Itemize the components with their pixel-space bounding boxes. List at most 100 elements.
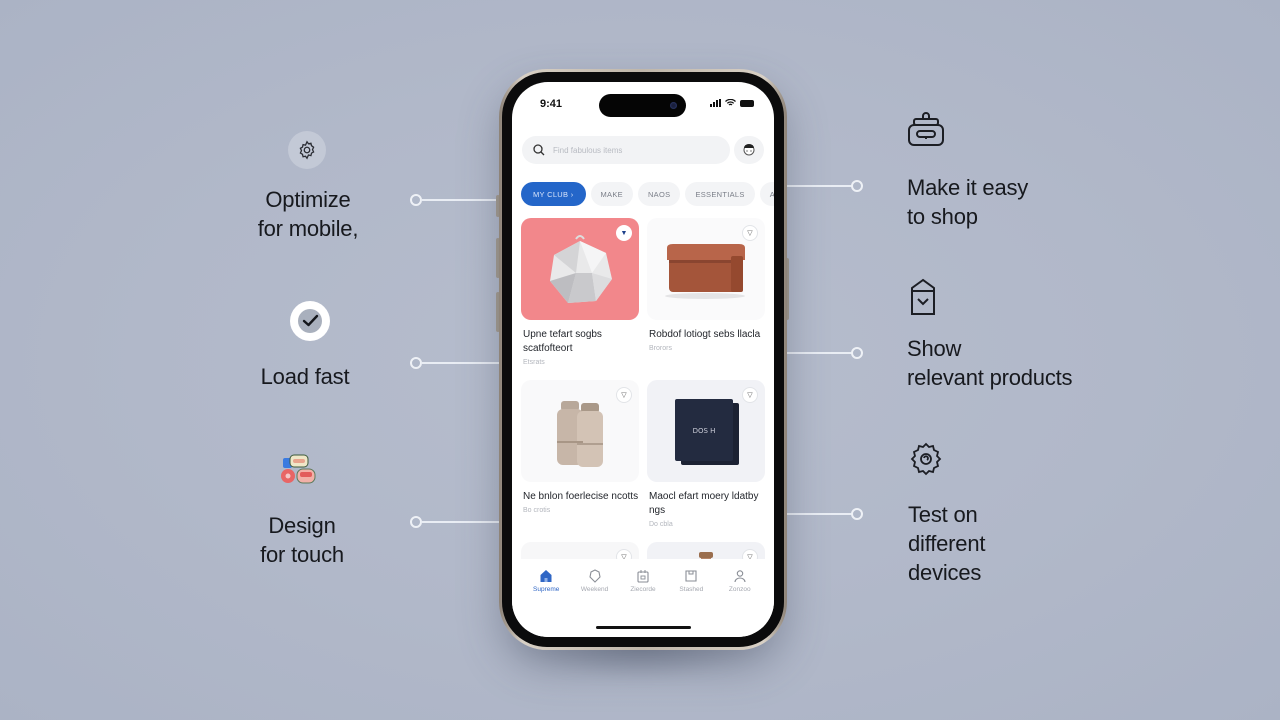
- profile-icon: [734, 570, 746, 583]
- tab-weekend[interactable]: Weekend: [572, 569, 618, 593]
- wifi-icon: [725, 99, 736, 106]
- connector-dot: [851, 347, 863, 359]
- connector-dot: [851, 180, 863, 192]
- tab-label: Zonzoo: [728, 586, 751, 593]
- callout-test-devices: Test on different devices: [908, 500, 1108, 587]
- favorite-button[interactable]: ▼: [616, 225, 632, 241]
- product-title: Upne tefart sogbs scatfofteort: [523, 329, 602, 354]
- navy-gift-box-image: DOS H: [675, 399, 739, 465]
- callout-load-fast: Load fast: [235, 362, 375, 391]
- tab-zonzoo[interactable]: Zonzoo: [717, 569, 763, 593]
- brown-leather-box-image: [665, 244, 745, 299]
- check-circle-icon: [290, 301, 330, 341]
- beige-bottles-image: [557, 401, 603, 467]
- chip-essentials[interactable]: ESSENTIALS: [685, 182, 755, 206]
- home-icon: [540, 570, 552, 582]
- product-image: ▽: [647, 218, 765, 320]
- status-icons: [710, 99, 754, 107]
- callout-design-touch: Design for touch: [232, 511, 372, 569]
- infographic-stage: Optimize for mobile, Load fast Design fo…: [0, 0, 1280, 720]
- product-meta: Do cbla: [649, 521, 673, 528]
- shopping-basket-icon: [905, 108, 947, 150]
- product-card[interactable]: ▽ Ne bnlon foerlecise ncotts Bo crotis: [521, 380, 639, 534]
- callout-relevant-products: Show relevant products: [907, 334, 1127, 392]
- product-meta: Brorors: [649, 345, 672, 352]
- callout-line: Show: [907, 336, 962, 361]
- status-bar: 9:41: [512, 82, 774, 126]
- callout-line: Test on: [908, 502, 978, 527]
- product-image: ▽: [521, 380, 639, 482]
- callout-line: different: [908, 531, 986, 556]
- callout-line: Make it easy: [907, 175, 1029, 200]
- profile-avatar-button[interactable]: [734, 136, 764, 164]
- product-title: Ne bnlon foerlecise ncotts: [523, 491, 639, 502]
- chip-naos[interactable]: NAOS: [637, 182, 681, 206]
- callout-line: Load fast: [260, 364, 350, 389]
- calendar-icon: [637, 570, 649, 583]
- favorite-button[interactable]: ▽: [742, 387, 758, 403]
- bottom-tab-bar: Supreme Weekend Ziecorde Stashed Zonzoo: [512, 559, 774, 637]
- connector-line: [421, 362, 501, 364]
- callout-optimize-mobile: Optimize for mobile,: [238, 185, 378, 243]
- product-meta: Etsrats: [523, 359, 545, 366]
- signal-icon: [710, 99, 721, 107]
- bag-icon: [588, 569, 601, 583]
- tab-label: Stashed: [679, 586, 704, 593]
- callout-easy-shop: Make it easy to shop: [907, 173, 1107, 231]
- favorite-button[interactable]: ▽: [616, 387, 632, 403]
- camera-icon: [670, 102, 677, 109]
- callout-line: relevant products: [907, 365, 1073, 390]
- connector-line: [786, 352, 852, 354]
- tab-stashed[interactable]: Stashed: [668, 569, 714, 593]
- status-time: 9:41: [540, 98, 563, 110]
- product-grid: ▼ Upne tefart sogbs scatfofteort Etsrats: [521, 218, 765, 582]
- callout-line: for mobile,: [257, 216, 359, 241]
- product-tag-icon: [906, 275, 940, 319]
- dynamic-island: [599, 94, 686, 117]
- tab-label: Supreme: [533, 586, 560, 593]
- callout-line: to shop: [907, 204, 978, 229]
- callout-line: Optimize: [265, 187, 351, 212]
- avatar-icon: [743, 144, 755, 156]
- phone-frame: 9:41 Find fabulous items MY CLUB › MAKE …: [499, 69, 787, 650]
- callout-line: devices: [908, 560, 982, 585]
- touch-stickers-icon: [278, 452, 320, 488]
- search-icon: [533, 144, 545, 156]
- product-meta: Bo crotis: [523, 507, 551, 514]
- tab-home[interactable]: Supreme: [523, 569, 569, 593]
- product-title: Robdof lotiogt sebs llacla: [649, 329, 761, 340]
- tab-label: Ziecorde: [630, 586, 656, 593]
- battery-icon: [740, 99, 754, 107]
- search-row: Find fabulous items: [522, 136, 764, 166]
- search-input[interactable]: Find fabulous items: [522, 136, 730, 164]
- settings-badge-icon: [906, 440, 946, 478]
- connector-line: [786, 185, 852, 187]
- phone-screen: 9:41 Find fabulous items MY CLUB › MAKE …: [512, 82, 774, 637]
- connector-line: [421, 199, 501, 201]
- callout-line: for touch: [260, 542, 344, 567]
- cart-icon: [685, 570, 697, 582]
- product-title: Maocl efart moery ldatby ngs: [649, 491, 759, 516]
- product-card[interactable]: ▼ Upne tefart sogbs scatfofteort Etsrats: [521, 218, 639, 372]
- gear-icon: [288, 131, 326, 169]
- connector-line: [421, 521, 501, 523]
- category-chips: MY CLUB › MAKE NAOS ESSENTIALS ADBO: [521, 182, 774, 206]
- tab-ziecorde[interactable]: Ziecorde: [620, 569, 666, 593]
- product-card[interactable]: ▽ Robdof lotiogt sebs llacla Brorors: [647, 218, 765, 372]
- home-indicator[interactable]: [596, 626, 691, 629]
- connector-line: [786, 513, 852, 515]
- connector-dot: [851, 508, 863, 520]
- product-card[interactable]: DOS H ▽ Maocl efart moery ldatby ngs Do …: [647, 380, 765, 534]
- phone-bezel: 9:41 Find fabulous items MY CLUB › MAKE …: [502, 72, 784, 647]
- chip-adbo[interactable]: ADBO: [759, 182, 774, 206]
- search-placeholder: Find fabulous items: [553, 145, 623, 155]
- product-image: ▼: [521, 218, 639, 320]
- tab-label: Weekend: [580, 586, 609, 593]
- callout-line: Design: [268, 513, 336, 538]
- svg-text:DOS H: DOS H: [693, 427, 716, 435]
- white-faceted-bag-image: [550, 235, 612, 303]
- favorite-button[interactable]: ▽: [742, 225, 758, 241]
- chip-make[interactable]: MAKE: [590, 182, 633, 206]
- chip-my-club[interactable]: MY CLUB ›: [521, 182, 586, 206]
- product-image: DOS H ▽: [647, 380, 765, 482]
